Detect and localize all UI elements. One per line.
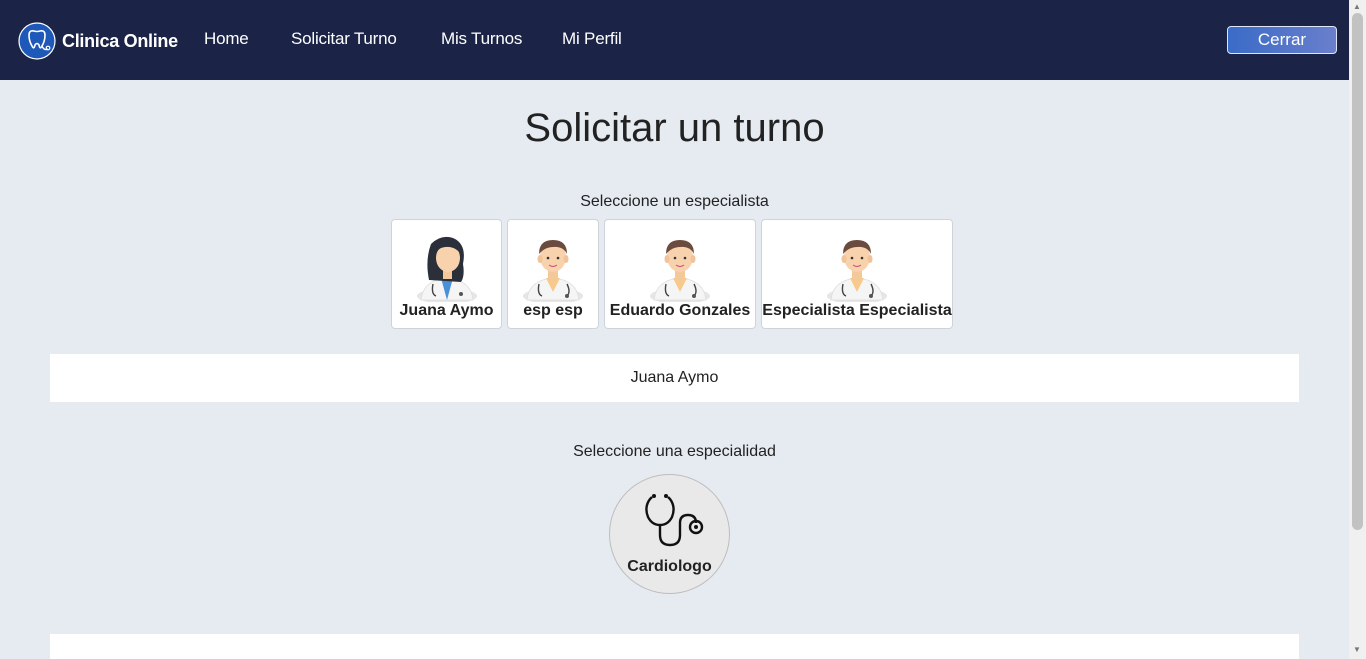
specialist-name: esp esp xyxy=(523,302,583,319)
specialty-card-cardiologo[interactable]: Cardiologo xyxy=(609,474,730,594)
specialist-card-esp-esp[interactable]: esp esp xyxy=(507,219,599,329)
male-doctor-icon xyxy=(821,230,893,302)
specialty-prompt: Seleccione una especialidad xyxy=(573,443,776,460)
nav-link-home[interactable]: Home xyxy=(204,29,249,49)
scroll-down-arrow-icon[interactable]: ▼ xyxy=(1353,645,1361,654)
specialty-name: Cardiologo xyxy=(627,558,712,575)
clinic-logo-icon xyxy=(18,22,56,60)
specialist-name: Eduardo Gonzales xyxy=(609,302,751,319)
page-title: Solicitar un turno xyxy=(524,106,825,150)
specialist-card-eduardo-gonzales[interactable]: Eduardo Gonzales xyxy=(604,219,756,329)
specialist-name: Especialista Especialista xyxy=(762,302,952,319)
nav-link-mis-turnos[interactable]: Mis Turnos xyxy=(441,29,522,49)
male-doctor-icon xyxy=(644,230,716,302)
stethoscope-icon xyxy=(645,494,704,547)
nav-link-solicitar-turno[interactable]: Solicitar Turno xyxy=(291,29,397,49)
specialist-card-juana-aymo[interactable]: Juana Aymo xyxy=(391,219,502,329)
scrollbar-thumb[interactable] xyxy=(1352,13,1363,530)
scroll-up-arrow-icon[interactable]: ▲ xyxy=(1353,2,1361,11)
nav-link-mi-perfil[interactable]: Mi Perfil xyxy=(562,29,622,49)
specialist-name: Juana Aymo xyxy=(399,302,494,319)
specialist-card-especialista-especialista[interactable]: Especialista Especialista xyxy=(761,219,953,329)
page-scrollbar[interactable]: ▲ ▼ xyxy=(1349,0,1366,659)
selected-specialist-display: Juana Aymo xyxy=(50,354,1299,402)
female-doctor-icon xyxy=(411,230,483,302)
brand-home-link[interactable]: Clinica Online xyxy=(18,22,178,60)
male-doctor-icon xyxy=(517,230,589,302)
specialist-prompt: Seleccione un especialista xyxy=(580,193,769,210)
brand-name: Clinica Online xyxy=(62,30,178,51)
top-navbar: Clinica Online Home Solicitar Turno Mis … xyxy=(0,0,1349,80)
logout-button[interactable]: Cerrar xyxy=(1227,26,1337,54)
next-section-panel xyxy=(50,634,1299,659)
